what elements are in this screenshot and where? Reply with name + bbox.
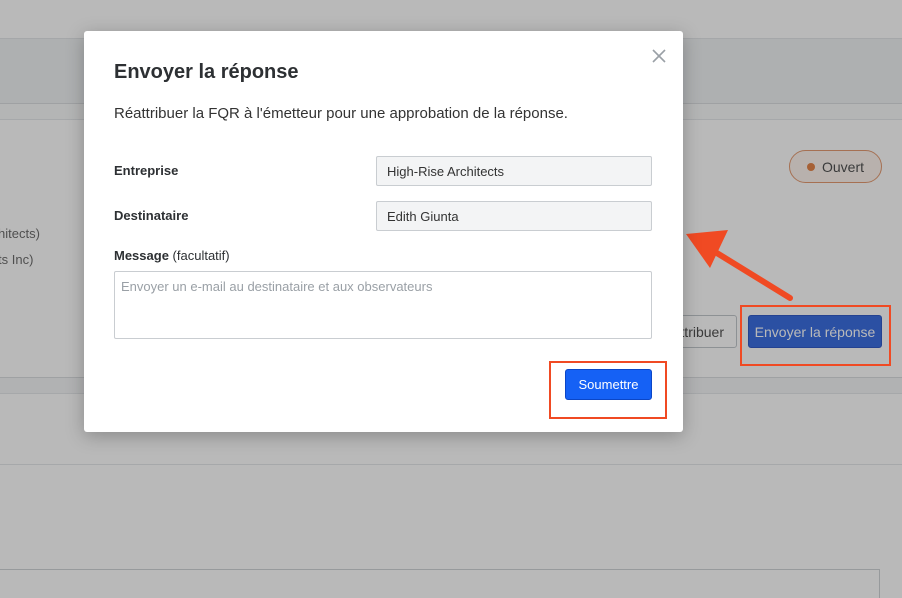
message-input[interactable]	[114, 271, 652, 339]
annotation-arrow-icon	[686, 230, 793, 301]
message-optional-text: (facultatif)	[172, 248, 230, 263]
message-label-text: Message	[114, 248, 169, 263]
message-label: Message (facultatif)	[114, 248, 230, 263]
modal-description: Réattribuer la FQR à l'émetteur pour une…	[114, 105, 568, 122]
highlight-box-send-response	[740, 305, 891, 366]
recipient-label: Destinataire	[114, 208, 189, 223]
close-icon	[652, 49, 666, 63]
recipient-field: Edith Giunta	[376, 201, 652, 231]
company-field: High-Rise Architects	[376, 156, 652, 186]
highlight-box-submit	[549, 361, 667, 419]
company-label: Entreprise	[114, 163, 179, 178]
close-button[interactable]	[648, 45, 670, 67]
modal-title: Envoyer la réponse	[114, 61, 299, 83]
